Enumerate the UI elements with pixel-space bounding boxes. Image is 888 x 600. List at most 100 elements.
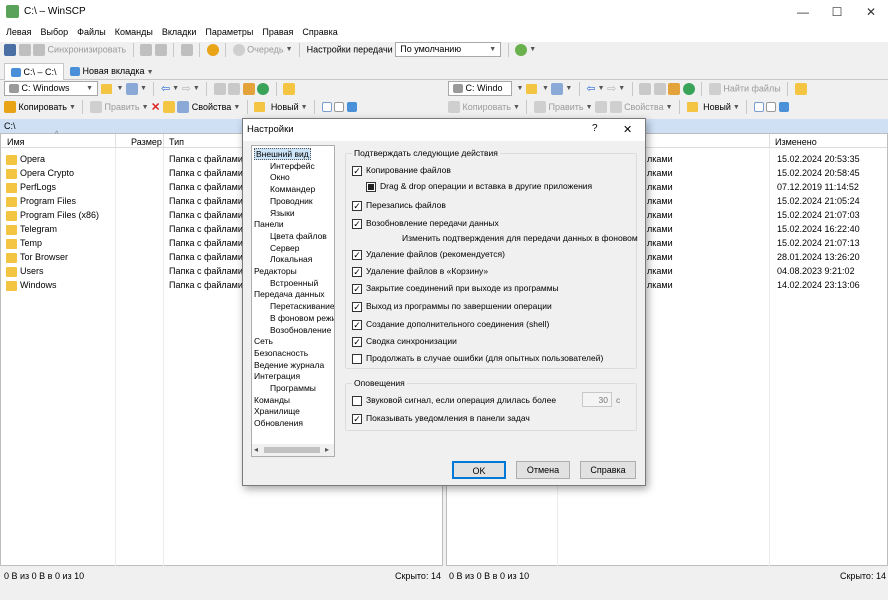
tree-item-panels[interactable]: Панели	[254, 219, 334, 231]
checkbox[interactable]: ✓	[352, 413, 362, 424]
cb-copy-files[interactable]: ✓ Копирование файлов	[352, 165, 451, 176]
right-properties-button[interactable]: Свойства	[624, 102, 664, 112]
tree-item-appearance[interactable]: Внешний вид	[254, 148, 334, 161]
left-copy-button[interactable]: Копировать	[19, 102, 67, 112]
tree-item-background[interactable]: В фоновом режим	[254, 313, 334, 325]
transfer-preset-select[interactable]: По умолчанию ▼	[395, 42, 502, 57]
cb-shell-connection[interactable]: ✓ Создание дополнительного соединения (sh…	[352, 319, 549, 330]
queue-button[interactable]: Очередь	[247, 45, 283, 55]
tree-item-transfer[interactable]: Передача данных	[254, 289, 334, 301]
unselect-icon[interactable]	[334, 102, 345, 112]
right-copy-button[interactable]: Копировать	[463, 102, 511, 112]
col-size[interactable]: Размер	[131, 137, 162, 147]
left-path[interactable]: C:\	[4, 121, 16, 131]
queue-icon[interactable]	[232, 43, 245, 56]
right-unselect-icon[interactable]	[766, 102, 777, 112]
right-filter-icon[interactable]	[551, 82, 564, 95]
tree-item-commander[interactable]: Коммандер	[254, 184, 334, 196]
maximize-button[interactable]: ☐	[822, 3, 852, 21]
right-root-dir-icon[interactable]	[653, 82, 666, 95]
background-confirm-link[interactable]: Изменить подтверждения для передачи данн…	[402, 233, 638, 244]
scroll-left-icon[interactable]: ◂	[254, 444, 258, 456]
select-all-icon[interactable]	[321, 102, 332, 112]
checkbox[interactable]: ✓	[352, 249, 362, 260]
cb-close-sessions[interactable]: ✓ Закрытие соединений при выходе из прогр…	[352, 283, 559, 294]
right-rename-icon[interactable]	[595, 101, 608, 113]
checkbox[interactable]: ✓	[352, 301, 362, 312]
right-new-button[interactable]: Новый	[703, 102, 731, 112]
parent-dir-icon[interactable]	[213, 82, 226, 95]
globe-icon[interactable]	[515, 43, 528, 56]
tree-item-explorer[interactable]: Проводник	[254, 196, 334, 208]
tab-new[interactable]: Новая вкладка ▼	[64, 63, 160, 80]
col-changed[interactable]: Изменено	[775, 137, 817, 147]
scroll-right-icon[interactable]: ▸	[325, 444, 329, 456]
checkbox[interactable]: ✓	[352, 165, 362, 176]
terminal-icon[interactable]	[154, 43, 167, 56]
minimize-button[interactable]: —	[788, 3, 818, 21]
back-icon[interactable]: ⇦	[161, 83, 170, 95]
tree-item-server[interactable]: Сервер	[254, 243, 334, 255]
compare-icon[interactable]	[18, 43, 31, 56]
tree-item-languages[interactable]: Языки	[254, 208, 334, 220]
col-name[interactable]: Имя	[7, 137, 25, 147]
find-files-button[interactable]: Найти файлы	[723, 84, 780, 94]
filter-icon[interactable]	[125, 82, 138, 95]
col-type[interactable]: Тип	[169, 137, 184, 147]
menu-tabs[interactable]: Вкладки	[156, 24, 200, 37]
left-properties-button[interactable]: Свойства	[192, 102, 232, 112]
tree-item-storage[interactable]: Хранилище	[254, 406, 334, 418]
cb-recycle[interactable]: ✓ Удаление файлов в «Корзину»	[352, 266, 488, 277]
commander-icon[interactable]	[4, 43, 16, 56]
bookmark-icon[interactable]	[283, 82, 296, 95]
right-parent-dir-icon[interactable]	[639, 82, 652, 95]
filter-mask-icon[interactable]	[346, 102, 357, 112]
cb-resume[interactable]: ✓ Возобновление передачи данных	[352, 218, 499, 229]
tree-item-resume[interactable]: Возобновление	[254, 325, 334, 337]
cb-taskbar-notify[interactable]: ✓ Показывать уведомления в панели задач	[352, 413, 530, 424]
dialog-close-button[interactable]: ✕	[623, 123, 632, 136]
menu-left[interactable]: Левая	[0, 24, 34, 37]
checkbox[interactable]	[352, 353, 362, 364]
menu-select[interactable]: Выбор	[34, 24, 71, 37]
sync-button[interactable]: Синхронизировать	[48, 45, 126, 55]
right-open-folder-icon[interactable]	[525, 83, 537, 94]
refresh-icon[interactable]	[180, 43, 193, 56]
close-window-button[interactable]: ✕	[856, 3, 886, 21]
console-icon[interactable]	[140, 43, 153, 56]
home-icon[interactable]	[242, 82, 255, 95]
tab-current[interactable]: C:\ – C:\	[4, 63, 64, 80]
menu-files[interactable]: Файлы	[71, 24, 109, 37]
tree-item-editors[interactable]: Редакторы	[254, 266, 334, 278]
tree-item-integration[interactable]: Интеграция	[254, 371, 334, 383]
tree-item-commands[interactable]: Команды	[254, 395, 334, 407]
tree-item-security[interactable]: Безопасность	[254, 348, 334, 360]
cb-delete[interactable]: ✓ Удаление файлов (рекомендуется)	[352, 249, 505, 260]
forward-icon[interactable]: ⇨	[182, 83, 191, 95]
cb-sync-summary[interactable]: ✓ Сводка синхронизации	[352, 336, 457, 347]
left-new-button[interactable]: Новый	[271, 102, 299, 112]
checkbox-indeterminate[interactable]	[366, 181, 376, 192]
open-folder-icon[interactable]	[100, 83, 112, 94]
root-dir-icon[interactable]	[228, 82, 241, 95]
dialog-help-icon[interactable]: ?	[592, 123, 598, 134]
cb-overwrite[interactable]: ✓ Перезапись файлов	[352, 200, 446, 211]
scroll-thumb[interactable]	[264, 447, 320, 453]
right-edit-button[interactable]: Править	[548, 102, 583, 112]
tree-item-file-colors[interactable]: Цвета файлов	[254, 231, 334, 243]
help-button[interactable]: Справка	[580, 461, 636, 479]
ok-button[interactable]: OK	[452, 461, 506, 479]
tree-hscrollbar[interactable]: ◂ ▸	[252, 444, 334, 456]
right-bookmark-icon[interactable]	[794, 82, 807, 95]
sound-duration-input[interactable]: 30	[582, 392, 612, 407]
refresh-panel-icon[interactable]	[257, 82, 270, 95]
menu-help[interactable]: Справка	[296, 24, 340, 37]
sync-icon[interactable]	[33, 43, 46, 56]
tree-item-builtin[interactable]: Встроенный	[254, 278, 334, 290]
right-select-all-icon[interactable]	[753, 102, 764, 112]
menu-options[interactable]: Параметры	[199, 24, 256, 37]
checkbox[interactable]: ✓	[352, 200, 362, 211]
right-drive-select[interactable]: C: Windo	[448, 81, 512, 96]
checkbox[interactable]: ✓	[352, 283, 362, 294]
checkbox[interactable]: ✓	[352, 266, 362, 277]
